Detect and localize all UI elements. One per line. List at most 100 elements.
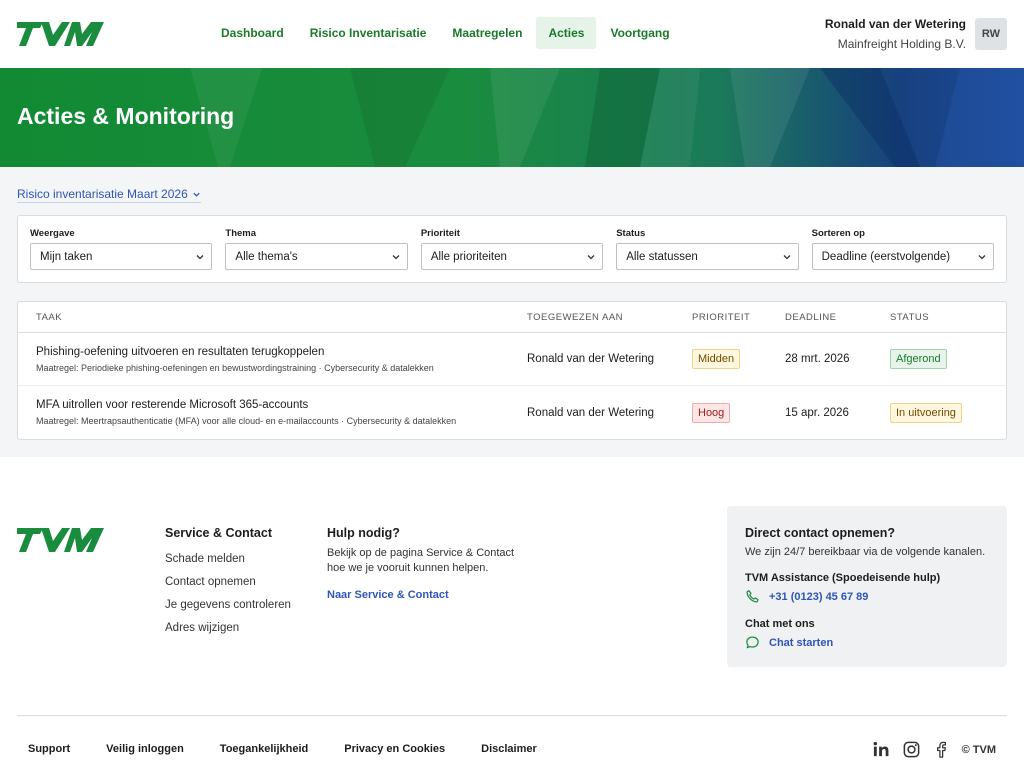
- hero-banner: Acties & Monitoring: [0, 68, 1024, 167]
- task-measure: Maatregel: Meertrapsauthenticatie (MFA) …: [36, 416, 457, 426]
- footer-link-toegankelijkheid[interactable]: Toegankelijkheid: [220, 743, 308, 755]
- contact-heading: Direct contact opnemen?: [745, 526, 896, 540]
- nav-acties[interactable]: Acties: [536, 17, 597, 49]
- deadline-cell: 28 mrt. 2026: [785, 353, 850, 365]
- task-cell: MFA uitrollen voor resterende Microsoft …: [18, 399, 527, 426]
- user-info: Ronald van der Wetering Mainfreight Hold…: [825, 17, 966, 51]
- column-header-status[interactable]: STATUS: [890, 312, 990, 323]
- footer-divider: [17, 715, 1007, 716]
- contact-subtitle: We zijn 24/7 bereikbaar via de volgende …: [745, 546, 986, 558]
- linkedin-icon[interactable]: [872, 740, 891, 759]
- top-header: Dashboard Risico Inventarisatie Maatrege…: [0, 0, 1024, 68]
- user-company: Mainfreight Holding B.V.: [837, 37, 966, 51]
- instagram-icon[interactable]: [902, 740, 921, 759]
- table-row[interactable]: Phishing-oefening uitvoeren en resultate…: [18, 333, 1006, 386]
- user-name: Ronald van der Wetering: [824, 17, 966, 31]
- nav-maatregelen[interactable]: Maatregelen: [440, 17, 534, 49]
- footer-link-support[interactable]: Support: [28, 743, 70, 755]
- nav-voortgang[interactable]: Voortgang: [598, 17, 681, 49]
- sort-select[interactable]: Deadline (eerstvolgende): [811, 243, 995, 270]
- user-menu[interactable]: Ronald van der Wetering Mainfreight Hold…: [825, 17, 1007, 51]
- filter-label: Status: [616, 228, 646, 239]
- chevron-down-icon: [587, 254, 595, 259]
- phone-icon: [746, 590, 759, 603]
- select-value: Alle thema's: [235, 250, 298, 263]
- weergave-select[interactable]: Mijn taken: [30, 243, 213, 270]
- chat-icon: [746, 636, 759, 649]
- phone-link[interactable]: +31 (0123) 45 67 89: [745, 589, 989, 604]
- footer-link-schade-melden[interactable]: Schade melden: [165, 553, 291, 565]
- assigned-cell: Ronald van der Wetering: [527, 353, 654, 365]
- column-header-toegewezen[interactable]: TOEGEWEZEN AAN: [527, 312, 692, 323]
- select-value: Deadline (eerstvolgende): [821, 250, 951, 263]
- footer-bottom-links: Support Veilig inloggen Toegankelijkheid…: [17, 743, 537, 755]
- nav-dashboard[interactable]: Dashboard: [209, 17, 296, 49]
- status-cell: In uitvoering: [890, 402, 990, 423]
- copyright: © TVM: [961, 743, 996, 756]
- avatar[interactable]: RW: [975, 18, 1007, 50]
- footer-link-contact-opnemen[interactable]: Contact opnemen: [165, 576, 291, 588]
- site-footer: Service & Contact Schade melden Contact …: [0, 457, 1024, 783]
- thema-select[interactable]: Alle thema's: [225, 243, 408, 270]
- filter-status: Status Alle statussen: [616, 228, 799, 282]
- table-header: TAAK TOEGEWEZEN AAN PRIORITEIT DEADLINE …: [18, 302, 1006, 333]
- footer-bottom-bar: Support Veilig inloggen Toegankelijkheid…: [17, 740, 1007, 759]
- tvm-logo[interactable]: [17, 22, 104, 46]
- column-header-deadline[interactable]: DEADLINE: [785, 312, 890, 323]
- priority-badge: Midden: [692, 349, 741, 369]
- chevron-down-icon: [978, 254, 986, 259]
- select-value: Alle prioriteiten: [430, 250, 507, 263]
- status-badge: Afgerond: [890, 349, 947, 369]
- filter-sorteren: Sorteren op Deadline (eerstvolgende): [811, 228, 995, 282]
- priority-badge: Hoog: [692, 402, 731, 423]
- select-value: Alle statussen: [626, 250, 698, 263]
- priority-cell: Midden: [692, 349, 785, 369]
- phone-number: +31 (0123) 45 67 89: [769, 590, 869, 603]
- column-header-taak[interactable]: TAAK: [18, 312, 527, 323]
- assessment-selector-label: Risico inventarisatie Maart 2026: [17, 187, 188, 201]
- nav-risico-inventarisatie[interactable]: Risico Inventarisatie: [298, 17, 439, 49]
- footer-help-column: Hulp nodig? Bekijk op de pagina Service …: [327, 526, 527, 601]
- task-title[interactable]: MFA uitrollen voor resterende Microsoft …: [36, 399, 527, 411]
- filter-label: Prioriteit: [420, 228, 460, 239]
- page-title: Acties & Monitoring: [17, 103, 235, 129]
- facebook-icon[interactable]: [932, 740, 951, 759]
- filter-bar: Weergave Mijn taken Thema Alle thema's P…: [17, 215, 1007, 283]
- footer-link-privacy[interactable]: Privacy en Cookies: [344, 743, 445, 755]
- footer-link-disclaimer[interactable]: Disclaimer: [481, 743, 537, 755]
- chevron-down-icon: [783, 254, 791, 259]
- footer-help-text: Bekijk op de pagina Service & Contact ho…: [327, 547, 515, 574]
- status-select[interactable]: Alle statussen: [616, 243, 799, 270]
- footer-link-gegevens-controleren[interactable]: Je gegevens controleren: [165, 599, 291, 611]
- footer-help-link[interactable]: Naar Service & Contact: [327, 589, 527, 601]
- filter-prioriteit: Prioriteit Alle prioriteiten: [420, 228, 604, 282]
- footer-link-adres-wijzigen[interactable]: Adres wijzigen: [165, 622, 291, 634]
- chat-link[interactable]: Chat starten: [745, 635, 989, 650]
- deadline-cell: 15 apr. 2026: [785, 406, 849, 419]
- filter-thema: Thema Alle thema's: [225, 228, 408, 282]
- prioriteit-select[interactable]: Alle prioriteiten: [420, 243, 604, 270]
- status-badge: In uitvoering: [890, 402, 962, 423]
- priority-cell: Hoog: [692, 402, 785, 423]
- task-cell: Phishing-oefening uitvoeren en resultate…: [18, 346, 527, 373]
- contact-box: Direct contact opnemen? We zijn 24/7 ber…: [727, 506, 1007, 667]
- column-header-prioriteit[interactable]: PRIORITEIT: [692, 312, 785, 323]
- chevron-down-icon: [193, 192, 200, 197]
- footer-help-heading: Hulp nodig?: [327, 526, 400, 540]
- footer-service-column: Service & Contact Schade melden Contact …: [165, 526, 291, 634]
- chevron-down-icon: [392, 254, 400, 259]
- assistance-label: TVM Assistance (Spoedeisende hulp): [745, 572, 941, 584]
- footer-link-veilig-inloggen[interactable]: Veilig inloggen: [106, 743, 184, 755]
- main-nav: Dashboard Risico Inventarisatie Maatrege…: [209, 17, 682, 49]
- chat-label: Chat met ons: [745, 618, 815, 630]
- assessment-selector[interactable]: Risico inventarisatie Maart 2026: [17, 187, 201, 203]
- status-cell: Afgerond: [890, 349, 990, 369]
- chat-cta: Chat starten: [769, 636, 834, 649]
- task-title[interactable]: Phishing-oefening uitvoeren en resultate…: [36, 346, 527, 358]
- filter-weergave: Weergave Mijn taken: [30, 228, 213, 282]
- select-value: Mijn taken: [40, 250, 93, 263]
- table-row[interactable]: MFA uitrollen voor resterende Microsoft …: [18, 386, 1006, 439]
- filter-label: Sorteren op: [811, 228, 865, 239]
- tvm-logo-footer[interactable]: [17, 528, 104, 552]
- filter-label: Thema: [225, 228, 257, 239]
